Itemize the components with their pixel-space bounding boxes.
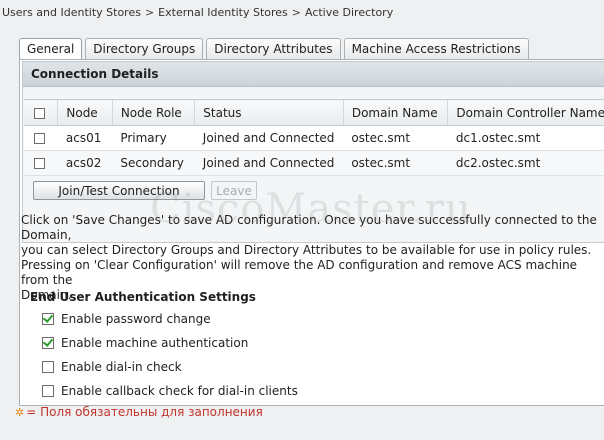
table-row[interactable]: acs01 Primary Joined and Connected ostec… <box>24 125 604 151</box>
breadcrumb-item[interactable]: External Identity Stores <box>158 6 288 19</box>
tab-directory-groups[interactable]: Directory Groups <box>85 38 204 59</box>
enable-machine-authentication-checkbox[interactable] <box>42 337 54 349</box>
cell-status: Joined and Connected <box>194 125 344 151</box>
option-enable-callback-check[interactable]: Enable callback check for dial-in client… <box>42 383 298 399</box>
leave-button[interactable]: Leave <box>211 181 257 200</box>
table-header-row: Node Node Role Status Domain Name Domain… <box>24 99 604 126</box>
tab-machine-access-restrictions[interactable]: Machine Access Restrictions <box>343 38 529 59</box>
column-header-node[interactable]: Node <box>57 99 113 126</box>
option-enable-dial-in-check[interactable]: Enable dial-in check <box>42 359 182 375</box>
connection-details-title: Connection Details <box>23 62 604 87</box>
option-enable-password-change[interactable]: Enable password change <box>42 311 211 327</box>
column-header-domain-name[interactable]: Domain Name <box>342 99 448 126</box>
cell-domain-name: ostec.smt <box>343 125 448 151</box>
cell-node-role: Secondary <box>112 150 195 176</box>
breadcrumb: Users and Identity Stores > External Ident… <box>2 6 393 19</box>
row-checkbox[interactable] <box>34 133 45 144</box>
option-label: Enable password change <box>61 312 211 326</box>
column-header-status[interactable]: Status <box>194 99 344 126</box>
cell-node: acs02 <box>57 150 113 176</box>
tab-bar: General Directory Groups Directory Attri… <box>19 38 532 60</box>
help-line: Click on 'Save Changes' to save AD confi… <box>21 213 597 242</box>
breadcrumb-item[interactable]: Users and Identity Stores <box>2 6 141 19</box>
enable-callback-check-checkbox[interactable] <box>42 385 54 397</box>
cell-node-role: Primary <box>112 125 195 151</box>
enable-dial-in-check-checkbox[interactable] <box>42 361 54 373</box>
join-test-connection-button[interactable]: Join/Test Connection <box>33 181 205 200</box>
row-select-cell <box>24 125 58 151</box>
breadcrumb-separator: > <box>291 6 301 19</box>
cell-domain-name: ostec.smt <box>343 150 448 176</box>
table-row[interactable]: acs02 Secondary Joined and Connected ost… <box>24 150 604 176</box>
connection-actions: Join/Test Connection Leave <box>33 181 257 200</box>
column-header-node-role[interactable]: Node Role <box>111 99 195 126</box>
select-all-header <box>24 99 58 126</box>
row-checkbox[interactable] <box>34 158 45 169</box>
breadcrumb-item-current: Active Directory <box>304 6 394 19</box>
cell-domain-controller: dc2.ostec.smt <box>447 150 604 176</box>
required-fields-text: = Поля обязательны для заполнения <box>26 405 263 419</box>
general-panel: Connection Details Node Node Role Status… <box>19 59 604 406</box>
required-fields-note: ✲ = Поля обязательны для заполнения <box>15 405 263 419</box>
connection-table: Node Node Role Status Domain Name Domain… <box>24 99 604 176</box>
help-line: Pressing on 'Clear Configuration' will r… <box>21 258 578 287</box>
row-select-cell <box>24 150 58 176</box>
option-label: Enable callback check for dial-in client… <box>61 384 298 398</box>
required-star-icon: ✲ <box>15 406 25 419</box>
tab-general[interactable]: General <box>19 38 83 60</box>
cell-status: Joined and Connected <box>194 150 344 176</box>
cell-node: acs01 <box>57 125 113 151</box>
column-header-domain-controller-name[interactable]: Domain Controller Name <box>447 99 604 126</box>
cell-domain-controller: dc1.ostec.smt <box>447 125 604 151</box>
option-label: Enable dial-in check <box>61 360 182 374</box>
tab-directory-attributes[interactable]: Directory Attributes <box>206 38 341 59</box>
select-all-checkbox[interactable] <box>34 107 45 119</box>
option-enable-machine-authentication[interactable]: Enable machine authentication <box>42 335 248 351</box>
breadcrumb-separator: > <box>144 6 155 19</box>
auth-settings-title: End User Authentication Settings <box>30 290 256 304</box>
option-label: Enable machine authentication <box>61 336 249 350</box>
enable-password-change-checkbox[interactable] <box>42 313 54 325</box>
help-line: you can select Directory Groups and Dire… <box>21 243 592 257</box>
